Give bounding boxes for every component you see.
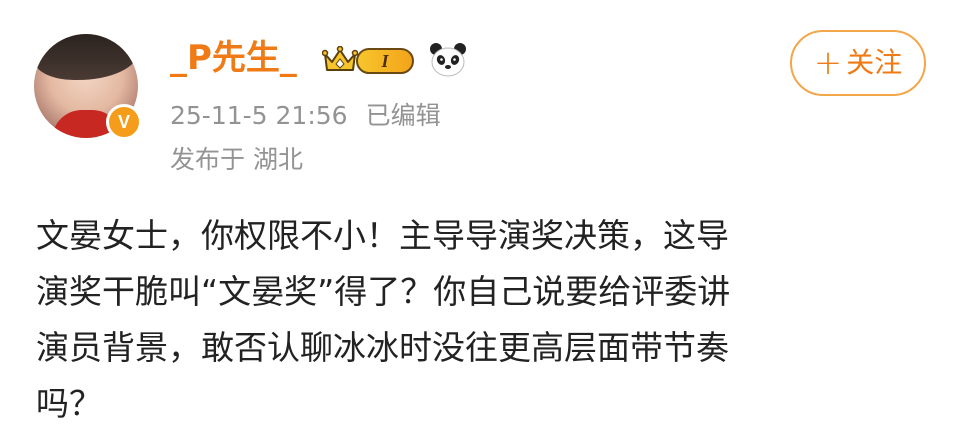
panda-icon: [430, 43, 466, 77]
post-content: 文晏女士，你权限不小！主导导演奖决策，这导 演奖干脆叫“文晏奖”得了？你自己说要…: [36, 208, 926, 432]
follow-button-label: 关注: [846, 46, 903, 79]
post-meta: 25-11-5 21:56 已编辑: [170, 98, 441, 134]
verified-badge-icon: V: [106, 104, 142, 140]
avatar-hair: [34, 34, 138, 80]
plus-icon: +: [813, 43, 843, 83]
post-content-line: 演员背景，敢否认聊冰冰时没往更高层面带节奏: [36, 328, 729, 367]
level-badge: I: [356, 48, 414, 74]
post-timestamp: 25-11-5 21:56: [170, 101, 348, 130]
post-content-line: 文晏女士，你权限不小！主导导演奖决策，这导: [36, 216, 729, 255]
edited-label[interactable]: 已编辑: [366, 101, 441, 130]
post-location: 发布于 湖北: [170, 145, 303, 174]
post-content-line: 吗？: [36, 384, 102, 423]
post-content-line: 演奖干脆叫“文晏奖”得了？你自己说要给评委讲: [36, 272, 731, 311]
author-name[interactable]: _P先生_: [170, 36, 297, 80]
post-header: V _P先生_ I 25-11-5 21:56 已编辑 发布于 湖北 + 关注: [0, 0, 960, 190]
crown-icon: [322, 46, 358, 71]
follow-button[interactable]: + 关注: [790, 30, 926, 96]
